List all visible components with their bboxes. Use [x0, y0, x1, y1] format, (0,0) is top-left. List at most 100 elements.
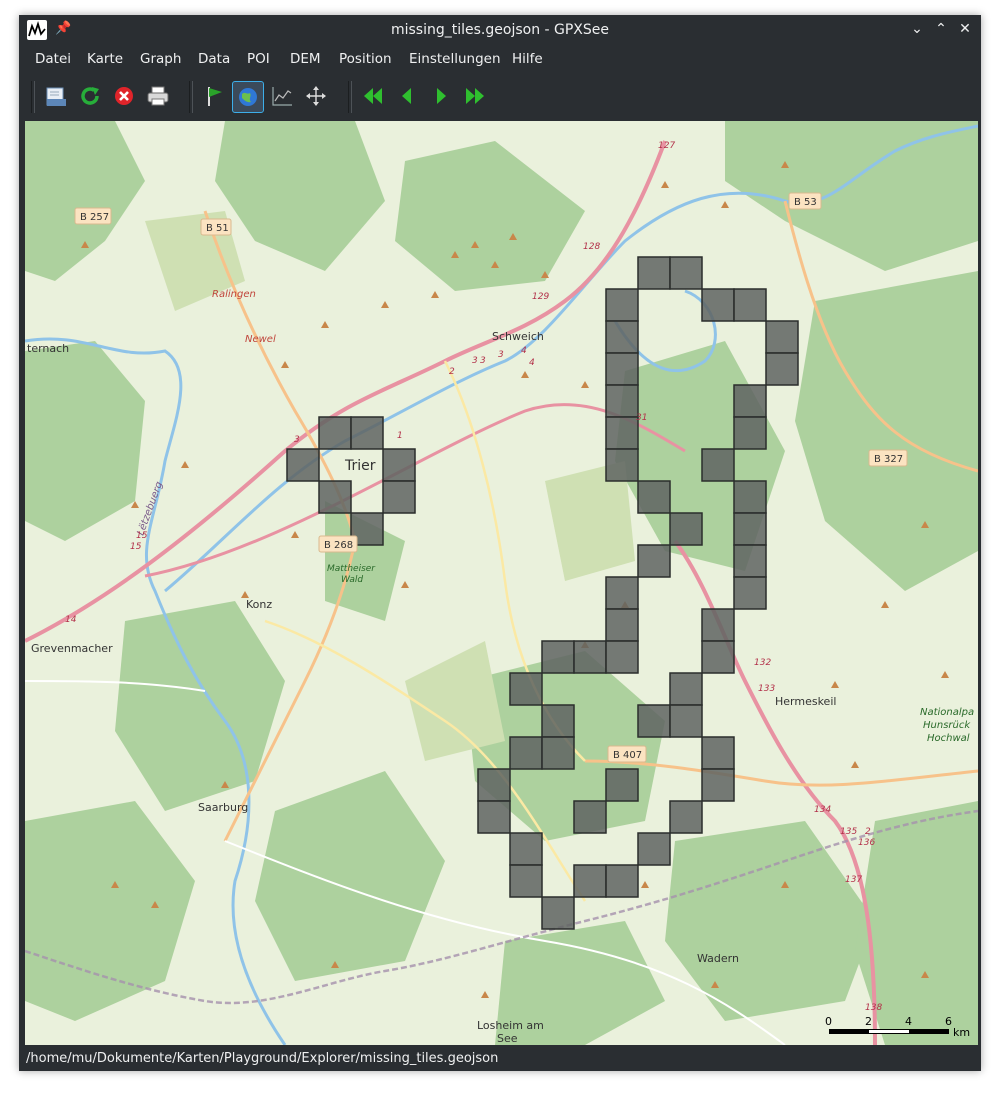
missing-tile [701, 448, 735, 482]
svg-text:3: 3 [472, 356, 478, 366]
menu-data[interactable]: Data [198, 51, 230, 67]
svg-text:135: 135 [840, 827, 857, 837]
place-newel: Newel [245, 334, 276, 345]
missing-tile [765, 352, 799, 386]
window-title: missing_tiles.geojson - GPXSee [390, 22, 610, 38]
road-b268: B 268 [324, 540, 353, 551]
status-file-path: /home/mu/Dokumente/Karten/Playground/Exp… [26, 1051, 499, 1066]
menu-hilfe[interactable]: Hilfe [512, 51, 543, 67]
missing-tile [765, 320, 799, 354]
close-button[interactable]: ✕ [955, 19, 975, 39]
missing-tile [541, 896, 575, 930]
svg-text:4: 4 [529, 358, 535, 368]
svg-text:132: 132 [754, 658, 771, 668]
missing-tile [637, 256, 671, 290]
missing-tile [541, 704, 575, 738]
show-graphs-icon[interactable] [267, 81, 297, 111]
svg-text:137: 137 [845, 875, 862, 885]
missing-tile [573, 640, 607, 674]
missing-tile [605, 320, 639, 354]
place-wadern: Wadern [697, 952, 739, 965]
place-ternach: ternach [27, 342, 69, 355]
missing-tile [669, 256, 703, 290]
missing-tile [605, 448, 639, 482]
svg-text:128: 128 [583, 242, 600, 252]
svg-text:133: 133 [758, 684, 775, 694]
menu-karte[interactable]: Karte [87, 51, 123, 67]
missing-tile [701, 768, 735, 802]
next-icon[interactable] [426, 81, 456, 111]
missing-tile [605, 352, 639, 386]
map-canvas[interactable]: Trier Schweich Konz Saarburg Hermeskeil … [25, 121, 978, 1045]
missing-tile [477, 800, 511, 834]
maximize-button[interactable]: ⌃ [931, 19, 951, 39]
menu-position[interactable]: Position [339, 51, 392, 67]
svg-text:136: 136 [858, 838, 875, 848]
missing-tile [382, 448, 416, 482]
missing-tile [701, 640, 735, 674]
place-schweich: Schweich [492, 330, 544, 343]
missing-tile [637, 704, 671, 738]
missing-tile [733, 416, 767, 450]
place-nationalpark: Nationalpa [920, 707, 974, 718]
svg-text:3: 3 [294, 435, 300, 445]
app-window: 📌 missing_tiles.geojson - GPXSee ⌄ ⌃ ✕ D… [19, 15, 981, 1071]
missing-tile [669, 512, 703, 546]
last-icon[interactable] [460, 81, 490, 111]
previous-icon[interactable] [392, 81, 422, 111]
missing-tile [541, 736, 575, 770]
svg-text:2: 2 [865, 827, 871, 837]
move-icon[interactable] [301, 81, 331, 111]
missing-tile [509, 832, 543, 866]
missing-tile [733, 384, 767, 418]
menu-dem[interactable]: DEM [290, 51, 321, 67]
map-view[interactable]: Trier Schweich Konz Saarburg Hermeskeil … [25, 121, 978, 1045]
show-map-icon[interactable] [232, 81, 264, 113]
missing-tile [573, 864, 607, 898]
missing-tile [509, 864, 543, 898]
place-saarburg: Saarburg [198, 801, 248, 814]
svg-text:129: 129 [532, 292, 549, 302]
missing-tile [605, 288, 639, 322]
minimize-button[interactable]: ⌄ [907, 19, 927, 39]
reload-icon[interactable] [75, 81, 105, 111]
svg-text:138: 138 [865, 1003, 882, 1013]
close-file-icon[interactable] [109, 81, 139, 111]
missing-tile [733, 576, 767, 610]
svg-text:2: 2 [449, 367, 455, 377]
place-mattheiser: Mattheiser [327, 564, 376, 574]
toolbar-separator [348, 81, 352, 113]
menu-datei[interactable]: Datei [35, 51, 71, 67]
missing-tile [605, 416, 639, 450]
place-hermeskeil: Hermeskeil [775, 695, 836, 708]
svg-text:3: 3 [480, 356, 486, 366]
missing-tile [541, 640, 575, 674]
title-bar: 📌 missing_tiles.geojson - GPXSee ⌄ ⌃ ✕ [19, 15, 981, 45]
missing-tile [637, 480, 671, 514]
missing-tile [605, 576, 639, 610]
menu-graph[interactable]: Graph [140, 51, 181, 67]
open-file-icon[interactable] [41, 81, 71, 111]
missing-tile [605, 640, 639, 674]
missing-tile [669, 672, 703, 706]
svg-text:15: 15 [136, 531, 148, 541]
missing-tile [637, 832, 671, 866]
road-b327: B 327 [874, 454, 903, 465]
menu-poi[interactable]: POI [247, 51, 270, 67]
menu-bar: Datei Karte Graph Data POI DEM Position … [19, 45, 981, 73]
place-trier: Trier [344, 458, 376, 474]
svg-text:134: 134 [814, 805, 831, 815]
place-ralingen: Ralingen [212, 289, 256, 300]
print-icon[interactable] [143, 81, 173, 111]
place-mattheiser-wald: Wald [341, 575, 363, 585]
menu-einstellungen[interactable]: Einstellungen [409, 51, 501, 67]
missing-tile [382, 480, 416, 514]
road-b53: B 53 [794, 197, 817, 208]
missing-tile [509, 672, 543, 706]
first-icon[interactable] [358, 81, 388, 111]
place-nationalpark-hunsrueck: Hunsrück [923, 720, 971, 731]
show-waypoints-icon[interactable] [199, 81, 229, 111]
missing-tile [701, 736, 735, 770]
missing-tile [605, 384, 639, 418]
svg-text:1: 1 [397, 431, 403, 441]
